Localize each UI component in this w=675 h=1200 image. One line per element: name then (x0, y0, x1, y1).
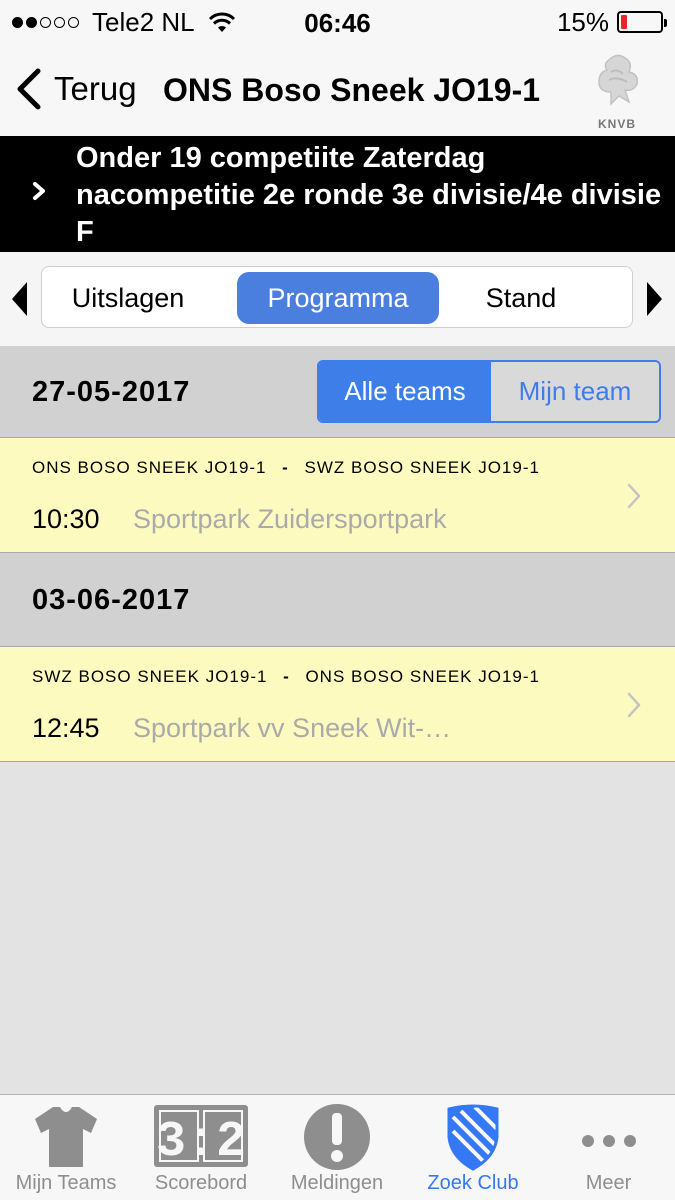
filter-all-teams-button[interactable]: Alle teams (319, 362, 491, 421)
away-team: ONS BOSO SNEEK JO19-1 (305, 667, 540, 686)
scoreboard-text: 3:2 (156, 1114, 246, 1169)
date-header: 03-06-2017 (0, 553, 675, 647)
match-row[interactable]: SWZ BOSO SNEEK JO19-1- ONS BOSO SNEEK JO1… (0, 647, 675, 762)
date-label: 27-05-2017 (32, 376, 191, 408)
date-label: 03-06-2017 (32, 584, 191, 616)
home-team: ONS BOSO SNEEK JO19-1 (32, 458, 267, 477)
tab-label: Scorebord (154, 1172, 248, 1194)
competition-title: Onder 19 competiite Zaterdag nacompetiti… (76, 142, 662, 248)
match-teams: ONS BOSO SNEEK JO19-1- SWZ BOSO SNEEK JO1… (32, 458, 540, 478)
tab-meldingen[interactable]: Meldingen (270, 1095, 404, 1200)
tab-programma[interactable]: Programma (237, 272, 439, 324)
battery-icon (617, 11, 667, 33)
team-separator: - (283, 667, 290, 686)
more-dots-icon (581, 1135, 636, 1147)
team-filter: Alle teams Mijn team (317, 360, 661, 423)
match-row[interactable]: ONS BOSO SNEEK JO19-1- SWZ BOSO SNEEK JO1… (0, 438, 675, 553)
lion-icon (598, 54, 639, 106)
competition-header[interactable]: Onder 19 competiite Zaterdag nacompetiti… (0, 136, 675, 252)
shirt-icon (35, 1106, 97, 1167)
scoreboard-icon: 3:2 (154, 1105, 248, 1169)
disclosure-chevron-icon (627, 692, 641, 718)
tab-label: Meer (585, 1172, 632, 1194)
chevron-left-icon (17, 68, 41, 110)
match-venue: Sportpark Zuidersportpark (133, 504, 447, 534)
scroll-right-arrow-icon[interactable] (646, 280, 664, 318)
match-time: 12:45 (32, 713, 100, 743)
scroll-left-arrow-icon[interactable] (10, 280, 28, 318)
tab-stand[interactable]: Stand (446, 272, 596, 324)
battery-percent: 15% (556, 6, 609, 37)
match-time: 10:30 (32, 504, 100, 534)
tab-uitslagen[interactable]: Uitslagen (46, 272, 210, 324)
chevron-right-icon (33, 182, 45, 200)
back-label: Terug (54, 70, 137, 107)
battery-fill (621, 15, 627, 29)
team-separator: - (282, 458, 289, 477)
filter-my-team-button[interactable]: Mijn team (491, 362, 659, 421)
tab-bar: Mijn Teams 3:2 Scorebord Meldingen Zoek … (0, 1094, 675, 1200)
status-bar: Tele2 NL 06:46 15% (0, 0, 675, 44)
match-venue: Sportpark vv Sneek Wit-… (133, 713, 452, 743)
away-team: SWZ BOSO SNEEK JO19-1 (304, 458, 540, 477)
tab-zoek-club[interactable]: Zoek Club (406, 1095, 540, 1200)
shield-icon (447, 1104, 499, 1171)
tab-label: Mijn Teams (15, 1172, 117, 1194)
tab-mijn-teams[interactable]: Mijn Teams (0, 1095, 132, 1200)
tab-meer[interactable]: Meer (542, 1095, 675, 1200)
disclosure-chevron-icon (627, 483, 641, 509)
segmented-control: Uitslagen Programma Stand (41, 266, 633, 328)
status-right: 15% (556, 6, 667, 37)
logo-text: KNVB (597, 117, 636, 131)
knvb-logo: KNVB (588, 52, 646, 132)
navigation-bar: Terug ONS Boso Sneek JO19-1 KNVB (0, 44, 675, 136)
tab-label: Meldingen (290, 1172, 384, 1194)
exclamation-icon (304, 1104, 370, 1170)
match-teams: SWZ BOSO SNEEK JO19-1- ONS BOSO SNEEK JO1… (32, 667, 540, 687)
page-title: ONS Boso Sneek JO19-1 (163, 72, 541, 108)
tab-label: Zoek Club (427, 1172, 519, 1194)
home-team: SWZ BOSO SNEEK JO19-1 (32, 667, 268, 686)
tab-scorebord[interactable]: 3:2 Scorebord (134, 1095, 268, 1200)
date-header: 27-05-2017 Alle teams Mijn team (0, 346, 675, 438)
segment-row: Uitslagen Programma Stand (0, 252, 675, 346)
back-button[interactable]: Terug (14, 66, 137, 112)
